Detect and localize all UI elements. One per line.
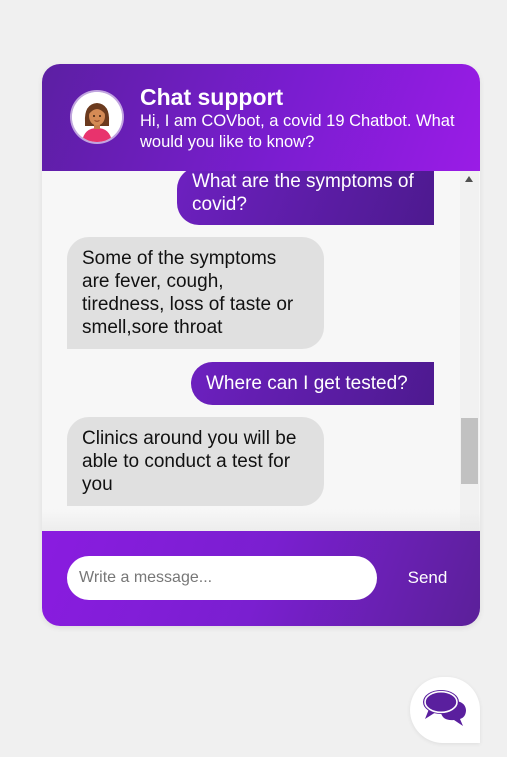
chat-window: Chat support Hi, I am COVbot, a covid 19… xyxy=(42,64,480,626)
bot-message: Clinics around you will be able to condu… xyxy=(67,417,324,506)
chat-bubbles-icon xyxy=(421,687,469,732)
message-input[interactable] xyxy=(67,556,377,600)
chat-header: Chat support Hi, I am COVbot, a covid 19… xyxy=(42,64,480,171)
chat-subtitle: Hi, I am COVbot, a covid 19 Chatbot. Wha… xyxy=(140,112,455,151)
send-button[interactable]: Send xyxy=(395,556,460,600)
user-message: What are the symptoms of covid? xyxy=(177,171,434,225)
user-message: Where can I get tested? xyxy=(191,362,434,405)
scrollbar-thumb[interactable] xyxy=(461,418,478,484)
scroll-up-arrow-icon[interactable] xyxy=(465,176,473,182)
message-composer: Send xyxy=(42,531,480,626)
chat-title: Chat support xyxy=(140,84,284,110)
footer-shadow xyxy=(42,509,480,531)
chat-launcher-button[interactable] xyxy=(410,677,480,743)
bot-message: Some of the symptoms are fever, cough, t… xyxy=(67,237,324,349)
female-avatar-icon xyxy=(72,92,122,142)
